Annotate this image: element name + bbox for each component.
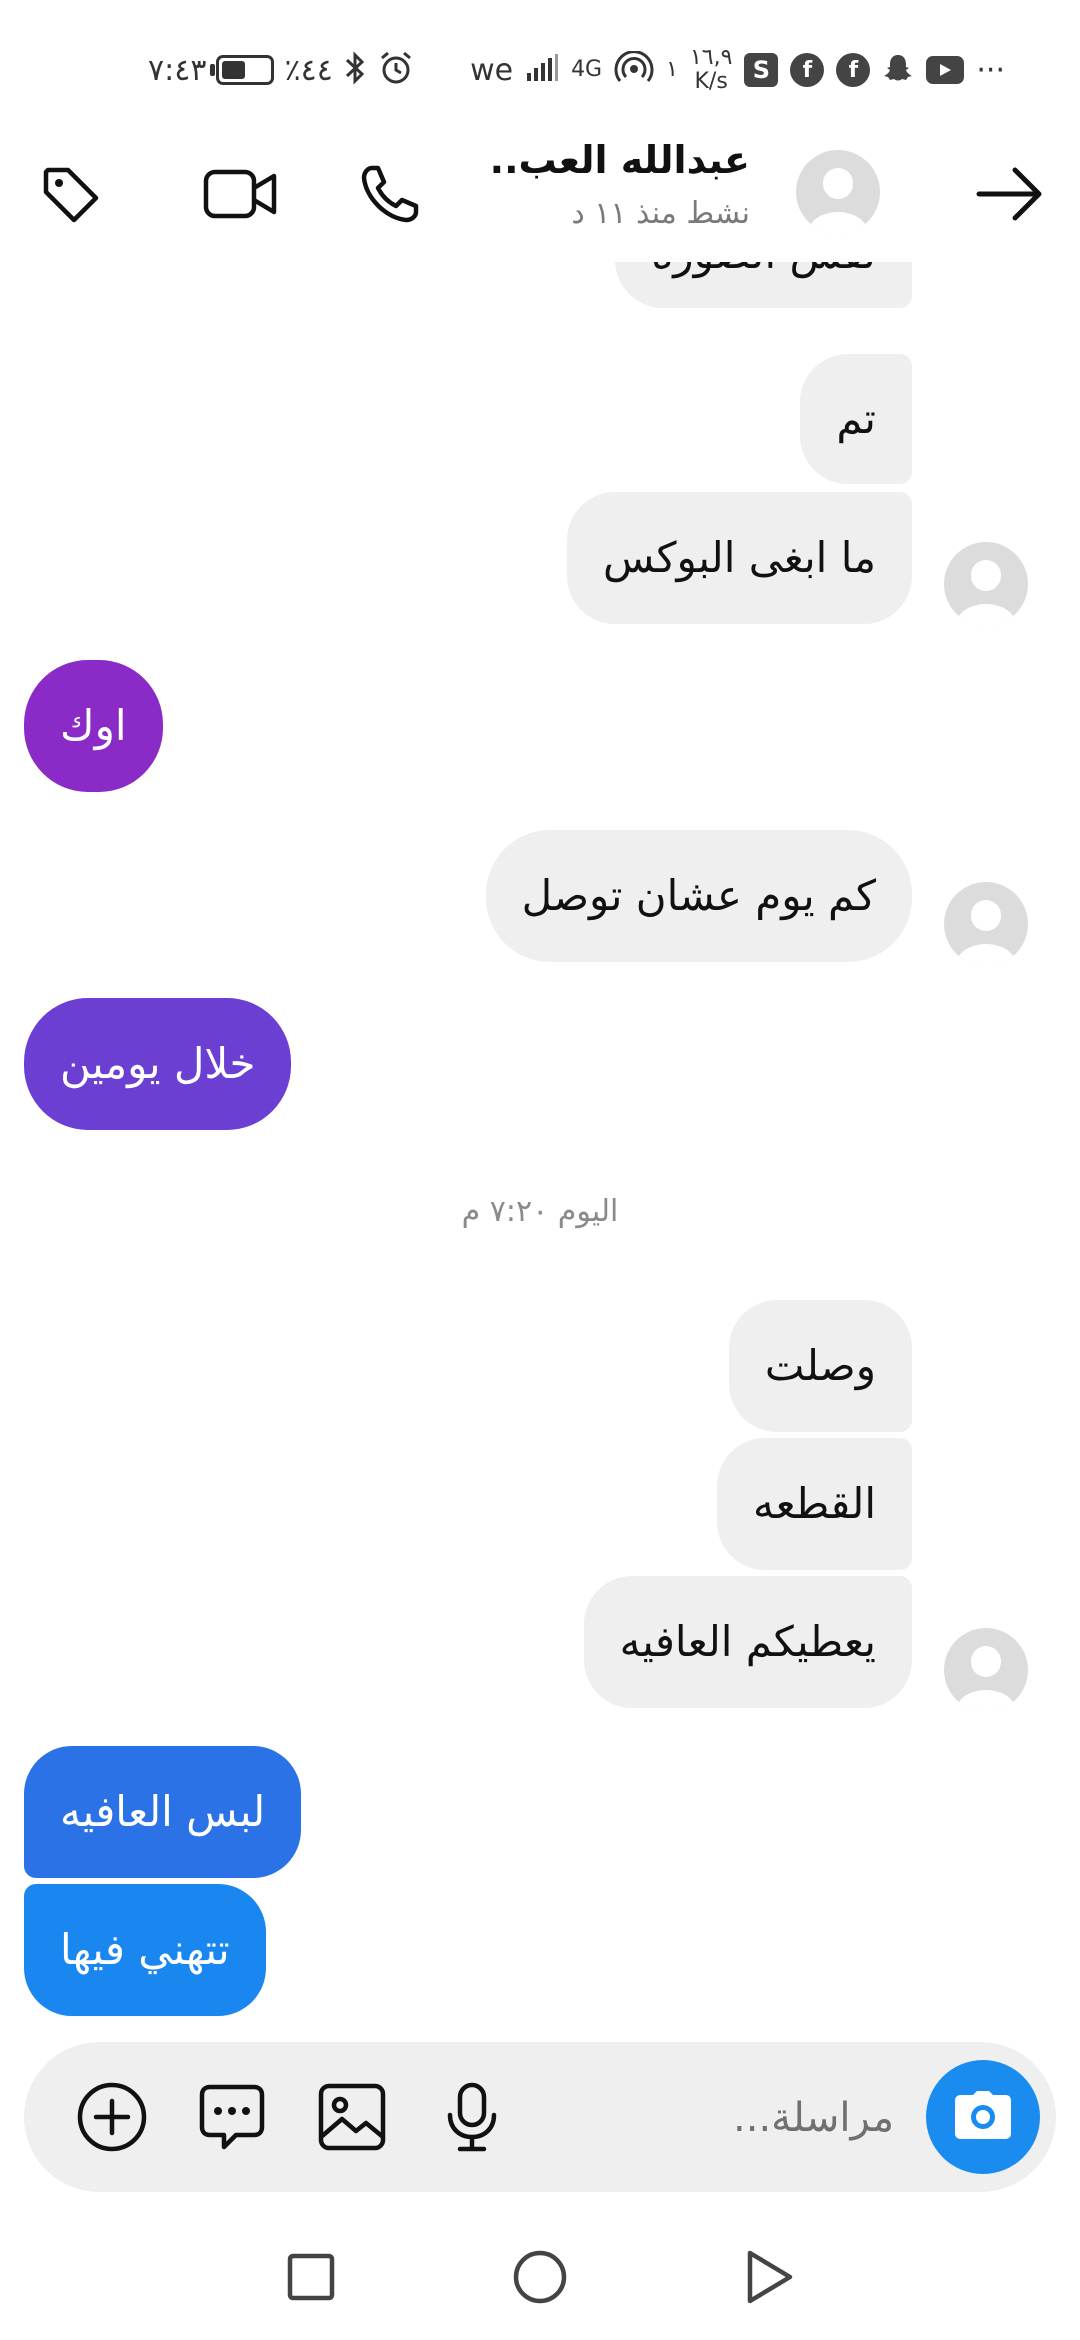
message-bubble-sent[interactable]: خلال يومين bbox=[24, 998, 292, 1130]
bluetooth-icon bbox=[343, 51, 367, 89]
contact-status: نشط منذ ١١ د bbox=[571, 196, 750, 231]
message-bubble[interactable]: كم يوم عشان توصل bbox=[485, 830, 912, 962]
message-bubble[interactable]: القطعه bbox=[717, 1438, 912, 1570]
nav-recents-icon[interactable] bbox=[276, 2242, 346, 2312]
message-bubble[interactable]: وصلت bbox=[728, 1300, 912, 1432]
sender-avatar bbox=[944, 882, 1028, 966]
message-bubble[interactable]: ما ابغى البوكس bbox=[567, 492, 912, 624]
message-composer bbox=[24, 2042, 1056, 2192]
hotspot-icon bbox=[614, 50, 654, 89]
contact-name[interactable]: عبدالله العب.. bbox=[490, 138, 750, 182]
contact-avatar[interactable] bbox=[796, 150, 880, 234]
network-speed: ١٦,٩ K/s bbox=[690, 46, 732, 94]
video-call-icon[interactable] bbox=[198, 152, 282, 236]
speed-value: ١٦,٩ bbox=[689, 45, 733, 70]
sender-avatar bbox=[944, 1628, 1028, 1712]
plus-icon[interactable] bbox=[74, 2079, 150, 2155]
message-list[interactable]: نفس الصوره تم ما ابغى البوكس اوك كم يوم … bbox=[0, 262, 1080, 2032]
camera-button[interactable] bbox=[926, 2060, 1040, 2174]
message-input[interactable] bbox=[492, 2087, 896, 2149]
status-time: ٧:٤٣ bbox=[148, 52, 207, 88]
signal-icon bbox=[525, 53, 559, 87]
status-left-group: ٧:٤٣ ٪٤٤ bbox=[148, 40, 415, 100]
facebook-icon: f bbox=[790, 53, 825, 87]
tag-icon[interactable] bbox=[28, 152, 112, 236]
status-right-group: we 4G ١ ١٦,٩ K/s S f f ··· bbox=[470, 40, 1005, 100]
nav-home-icon[interactable] bbox=[505, 2242, 575, 2312]
youtube-icon bbox=[926, 56, 965, 84]
network-type: 4G bbox=[571, 57, 603, 82]
snapchat-icon bbox=[882, 52, 914, 88]
phone-call-icon[interactable] bbox=[348, 152, 432, 236]
status-bar: ٧:٤٣ ٪٤٤ we 4G ١ ١٦,٩ K/s S f f ··· bbox=[0, 0, 1080, 130]
image-icon[interactable] bbox=[314, 2079, 390, 2155]
facebook-icon-2: f bbox=[836, 53, 871, 87]
message-bubble-sent[interactable]: اوك bbox=[24, 660, 163, 792]
date-separator: اليوم ٧:٢٠ م bbox=[461, 1194, 619, 1229]
message-bubble[interactable]: يعطيكم العافيه bbox=[583, 1576, 912, 1708]
s-app-letter: S bbox=[752, 56, 771, 84]
status-carrier: we bbox=[470, 52, 514, 88]
more-notifications: ··· bbox=[976, 52, 1005, 88]
camera-icon bbox=[953, 2089, 1013, 2145]
message-bubble[interactable]: تم bbox=[800, 354, 912, 484]
battery-icon bbox=[210, 55, 275, 85]
sender-avatar bbox=[944, 542, 1028, 626]
s-app-icon: S bbox=[744, 53, 779, 87]
speed-unit: K/s bbox=[694, 69, 728, 94]
battery-percent: ٪٤٤ bbox=[284, 52, 333, 88]
alarm-icon bbox=[377, 49, 415, 91]
sim-indicator: ١ bbox=[666, 57, 678, 82]
message-bubble-sent[interactable]: لبس العافيه bbox=[24, 1746, 302, 1878]
arrow-right-icon[interactable] bbox=[968, 152, 1052, 236]
sticker-icon[interactable] bbox=[194, 2079, 270, 2155]
system-nav-bar bbox=[0, 2210, 1080, 2340]
message-bubble[interactable]: نفس الصوره bbox=[615, 262, 912, 308]
nav-back-icon[interactable] bbox=[734, 2242, 804, 2312]
message-bubble-sent[interactable]: تتهني فيها bbox=[24, 1884, 266, 2016]
